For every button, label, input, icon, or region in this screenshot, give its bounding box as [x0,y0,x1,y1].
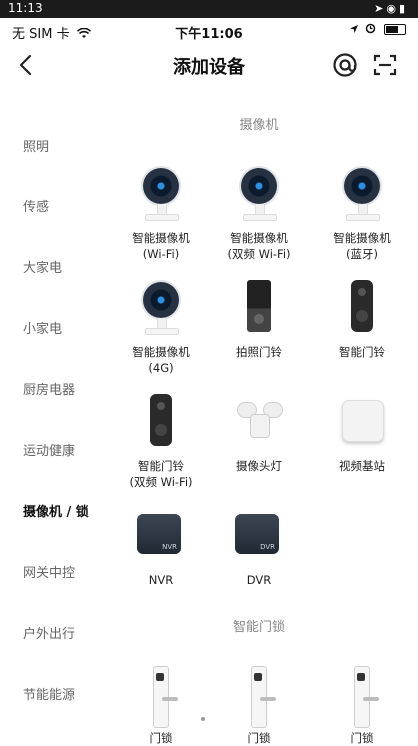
device-smart-doorbell-dual-wifi[interactable]: 智能门铃 (双频 Wi-Fi) [110,394,212,490]
device-camera-wifi[interactable]: 智能摄像机 (Wi-Fi) [110,166,212,262]
base-station-image [332,394,392,454]
device-label: 摄像头灯 [236,459,282,473]
section-title-camera: 摄像机 [239,118,279,133]
floodlight-image [229,394,289,454]
sidebar-item-lighting[interactable]: 照明 [23,136,49,155]
dvr-badge: DVR [260,543,275,551]
scroll-indicator [201,717,205,721]
device-sublabel: (Wi-Fi) [142,247,180,261]
device-label: DVR [246,573,272,587]
sidebar-item-small-appliances[interactable]: 小家电 [23,318,62,337]
system-icons: ➤◉▮ [374,2,408,15]
device-label: NVR [148,573,174,587]
location-arrow-icon [350,25,359,33]
scan-icon [373,54,397,76]
camera-image [229,166,289,226]
device-camera-4g[interactable]: 智能摄像机 (4G) [110,280,212,376]
device-nvr[interactable]: NVR NVR [110,508,212,588]
camera-image [332,166,392,226]
nvr-image: NVR [131,508,191,568]
device-label: 智能摄像机 [333,231,391,245]
alarm-icon [365,23,376,34]
status-icons [349,22,406,36]
system-status-bar: 11:13 ➤◉▮ [0,0,418,18]
device-sublabel: (4G) [148,361,174,375]
sidebar-item-large-appliances[interactable]: 大家电 [23,257,62,276]
doorbell-image [229,280,289,340]
device-sublabel: (双频 Wi-Fi) [129,475,193,489]
sidebar-item-gateway[interactable]: 网关中控 [23,562,75,581]
device-dvr[interactable]: DVR DVR [208,508,310,588]
sidebar-item-camera-lock[interactable]: 摄像机 / 锁 [23,501,89,520]
camera-image [131,280,191,340]
battery-icon [384,24,406,35]
doorbell-image [131,394,191,454]
device-door-lock[interactable]: 门锁 [208,666,310,746]
section-title-lock: 智能门锁 [232,620,285,635]
doorbell-image [332,280,392,340]
lock-image [332,666,392,728]
device-label: 智能门铃 [339,345,385,359]
scan-button[interactable] [370,50,400,80]
sync-icon: ◉ [386,2,399,15]
sidebar-item-kitchen[interactable]: 厨房电器 [23,379,75,398]
device-door-lock[interactable]: 门锁 [311,666,413,746]
device-video-base-station[interactable]: 视频基站 [311,394,413,474]
nvr-badge: NVR [162,543,177,551]
nav-bar: 添加设备 [0,42,418,88]
device-label: 智能摄像机 [230,231,288,245]
device-floodlight-camera[interactable]: 摄像头灯 [208,394,310,474]
dvr-image: DVR [229,508,289,568]
device-smart-doorbell[interactable]: 智能门铃 [311,280,413,360]
device-label: 视频基站 [339,459,385,473]
device-sublabel: (双频 Wi-Fi) [227,247,291,261]
battery-icon: ▮ [398,2,408,15]
at-icon [333,53,357,77]
sidebar-item-sports-health[interactable]: 运动健康 [23,440,75,459]
device-camera-dual-wifi[interactable]: 智能摄像机 (双频 Wi-Fi) [208,166,310,262]
device-label: 智能摄像机 [132,231,190,245]
device-photo-doorbell[interactable]: 拍照门铃 [208,280,310,360]
device-door-lock[interactable]: 门锁 [110,666,212,746]
sidebar-item-outdoor[interactable]: 户外出行 [23,623,75,642]
lock-image [131,666,191,728]
system-time: 11:13 [8,1,43,15]
device-label: 智能门铃 [138,459,184,473]
sidebar-item-sensors[interactable]: 传感 [23,196,49,215]
device-label: 拍照门铃 [236,345,282,359]
sidebar-item-energy[interactable]: 节能能源 [23,684,75,703]
camera-image [131,166,191,226]
device-camera-bluetooth[interactable]: 智能摄像机 (蓝牙) [311,166,413,262]
device-label: 智能摄像机 [132,345,190,359]
device-sublabel: (蓝牙) [346,247,378,261]
location-icon: ➤ [374,2,387,15]
status-bar: 无 SIM 卡 下午11:06 [0,18,418,42]
nearby-scan-button[interactable] [330,50,360,80]
lock-image [229,666,289,728]
